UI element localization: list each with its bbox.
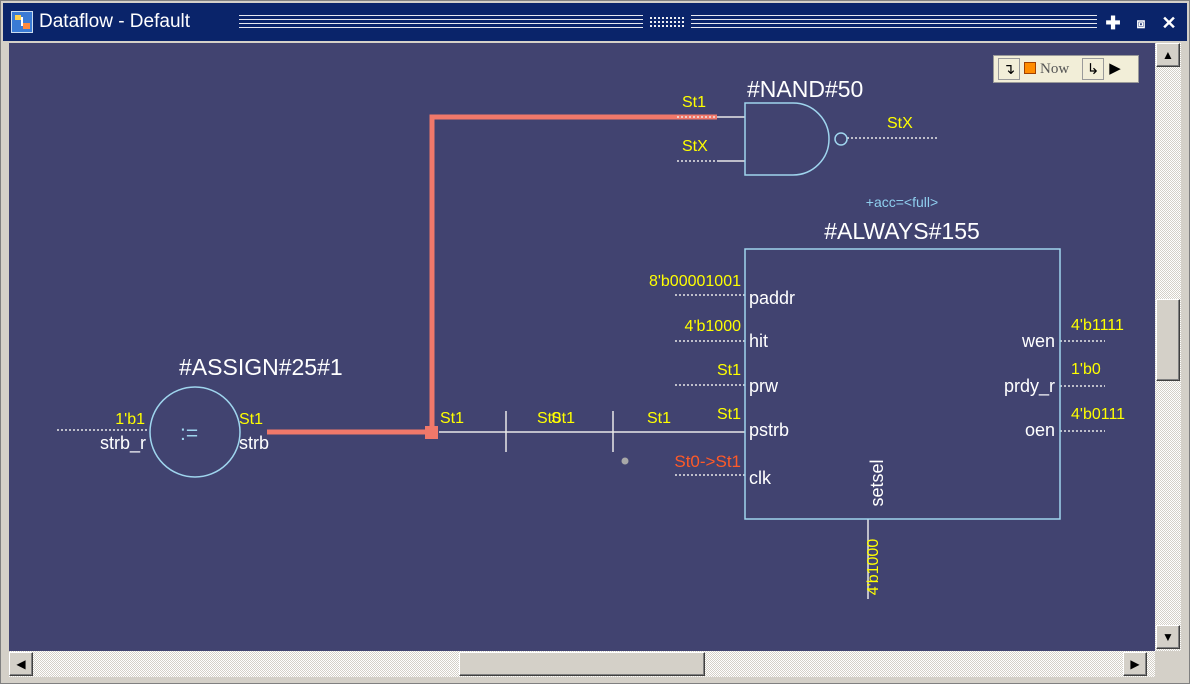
always-in-port: clk [749,468,772,488]
maximize-icon[interactable]: ✚ [1103,13,1123,33]
scroll-right-icon[interactable]: ▶ [1123,652,1147,676]
always-in-port: prw [749,376,779,396]
event-dot [621,457,629,465]
close-icon[interactable]: ✕ [1159,13,1179,33]
always-in-port: paddr [749,288,795,308]
always-annotation: +acc=<full> [866,194,938,210]
scroll-left-icon[interactable]: ◀ [9,652,33,676]
always-in-value: 4'b1000 [685,318,742,335]
vertical-scrollbar[interactable]: ▲ ▼ [1155,43,1181,651]
assign-in-port: strb_r [100,433,146,454]
dataflow-canvas[interactable]: #NAND#50 St1 StX StX #ASSIGN#25#1 := 1'b… [9,43,1155,651]
always-in-value: St1 [717,406,741,423]
clk-event-value: St0->St1 [674,452,741,471]
assign-operator: := [180,422,198,445]
always-name: #ALWAYS#155 [824,218,980,244]
wire-label-st1-a: St1 [440,410,464,427]
assign-name: #ASSIGN#25#1 [179,354,343,380]
scroll-down-icon[interactable]: ▼ [1156,625,1180,649]
horizontal-scroll-thumb[interactable] [459,652,705,676]
schematic[interactable]: #NAND#50 St1 StX StX #ASSIGN#25#1 := 1'b… [9,43,1155,651]
dataflow-window: Dataflow - Default ✚ ⧈ ✕ #NAND#50 St1 St… [0,0,1190,684]
now-marker-icon [1024,58,1036,80]
trace-forward-icon[interactable]: ↳ [1082,58,1104,80]
always-in-port: pstrb [749,420,789,440]
vertical-scroll-thumb[interactable] [1156,299,1180,381]
title-bar[interactable]: Dataflow - Default ✚ ⧈ ✕ [3,3,1187,41]
assign-out-port: strb [239,433,269,453]
always-in-value: 8'b00001001 [649,273,741,290]
now-label[interactable]: Now [1040,58,1069,80]
title-grip-dots[interactable] [649,16,685,28]
time-toolbar: ↴ Now ↳ ▶ [993,55,1139,83]
play-icon[interactable]: ▶ [1108,58,1122,80]
always-out-value: 4'b0111 [1071,406,1125,423]
wire-label-st1-b: St1 [551,410,575,427]
assign-out-value: St1 [239,411,263,428]
assign-in-value: 1'b1 [115,411,145,428]
scrollbar-corner [1155,651,1181,677]
wire-label-st1-c: St1 [647,410,671,427]
horizontal-scrollbar[interactable]: ◀ ▶ [9,651,1155,677]
title-grip-right[interactable] [691,15,1097,29]
dataflow-app-icon [11,11,33,33]
nand-in1-value: St1 [682,94,706,111]
window-title: Dataflow - Default [39,11,191,32]
always-out-value: 4'b1111 [1071,317,1124,334]
always-out-port: oen [1025,420,1055,440]
title-grip-left[interactable] [239,15,643,29]
nand-in2-value: StX [682,138,708,155]
nand-out-value: StX [887,115,913,132]
always-out-port: wen [1021,331,1055,351]
always-in-port: hit [749,331,768,351]
undock-icon[interactable]: ⧈ [1131,13,1151,33]
always-in-value: St1 [717,362,741,379]
scroll-up-icon[interactable]: ▲ [1156,43,1180,67]
nand-gate-symbol[interactable] [744,102,848,176]
always-out-value: 1'b0 [1071,361,1101,378]
nand-name: #NAND#50 [747,76,863,102]
trace-back-icon[interactable]: ↴ [998,58,1020,80]
setsel-port: setsel [867,459,887,506]
always-out-port: prdy_r [1004,376,1055,397]
setsel-value: 4'b1000 [865,539,882,596]
